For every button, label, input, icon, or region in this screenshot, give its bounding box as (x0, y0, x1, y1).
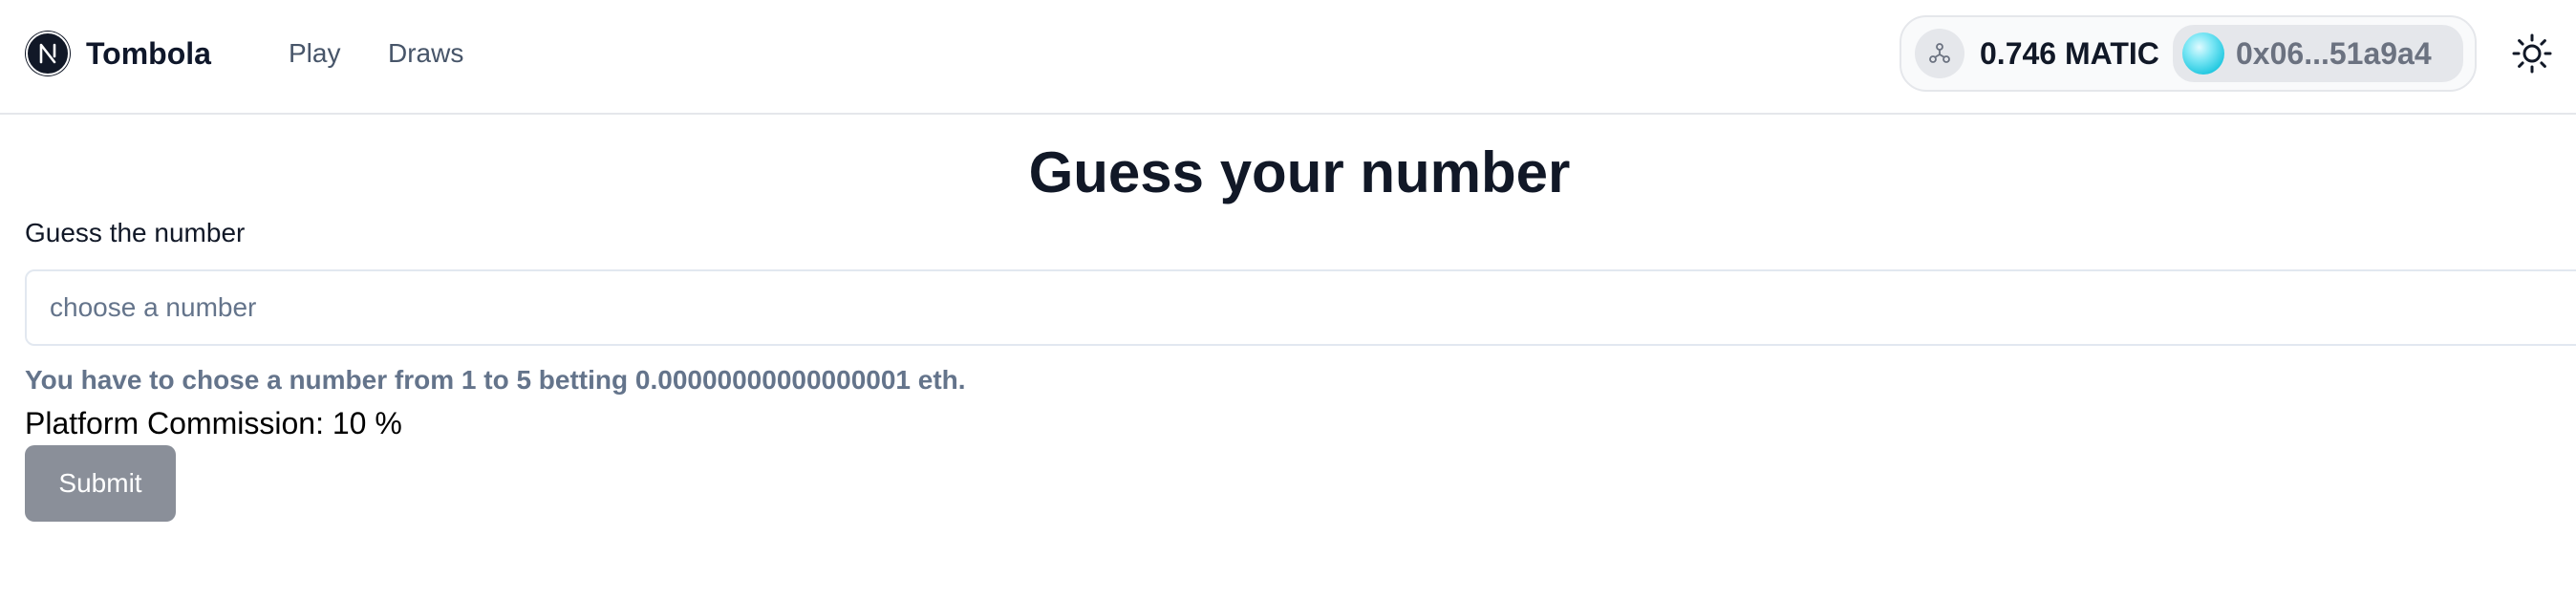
submit-button[interactable]: Submit (25, 445, 176, 522)
guess-number-input[interactable] (25, 269, 2576, 346)
page-title: Guess your number (1028, 140, 1571, 204)
sun-icon (2512, 33, 2552, 74)
n-logo-icon (26, 32, 70, 75)
nav-link-play[interactable]: Play (289, 34, 340, 73)
wallet-address: 0x06...51a9a4 (2236, 36, 2432, 71)
wallet-balance: 0.746 MATIC (1980, 36, 2159, 71)
top-navbar: Tombola Play Draws 0.746 MATIC 0x06...51… (0, 0, 2576, 115)
nav-link-draws[interactable]: Draws (388, 34, 463, 73)
theme-toggle-button[interactable] (2509, 31, 2555, 76)
chain-selector[interactable] (1915, 29, 1964, 78)
account-avatar (2182, 32, 2224, 75)
polygon-network-icon (1929, 43, 1950, 63)
wallet-connect-button[interactable]: 0.746 MATIC 0x06...51a9a4 (1900, 15, 2477, 92)
betting-help-text: You have to chose a number from 1 to 5 b… (25, 365, 966, 395)
guess-field-label: Guess the number (25, 218, 246, 247)
account-button[interactable]: 0x06...51a9a4 (2173, 25, 2463, 82)
brand-name[interactable]: Tombola (86, 34, 211, 73)
app-logo[interactable] (25, 31, 71, 76)
platform-commission: Platform Commission: 10 % (25, 406, 402, 440)
